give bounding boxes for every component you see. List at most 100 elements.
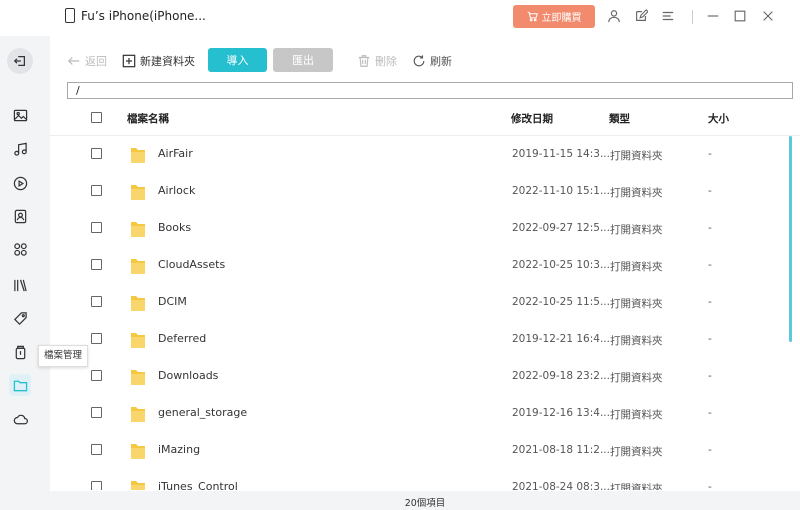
file-name: DCIM <box>158 295 187 308</box>
file-type: 打開資料夾 <box>610 224 663 236</box>
file-size: - <box>708 481 712 490</box>
folder-icon <box>131 185 145 200</box>
row-checkbox[interactable] <box>91 148 102 159</box>
sidebar-item-music[interactable] <box>9 138 31 160</box>
file-size: - <box>708 259 712 271</box>
sidebar-item-files[interactable] <box>9 374 31 396</box>
folder-icon <box>131 333 145 348</box>
table-row[interactable]: CloudAssets 2022-10-25 10:3... 打開資料夾 - <box>50 247 800 284</box>
exit-icon <box>13 56 25 66</box>
refresh-icon <box>413 55 425 67</box>
table-header: 檔案名稱 修改日期 類型 大小 <box>50 106 800 136</box>
file-size: - <box>708 296 712 308</box>
row-checkbox[interactable] <box>91 444 102 455</box>
folder-icon <box>131 444 145 459</box>
video-icon <box>13 176 27 190</box>
file-size: - <box>708 407 712 419</box>
column-name[interactable]: 檔案名稱 <box>127 111 169 126</box>
arrow-left-icon <box>67 57 80 65</box>
apps-icon <box>13 242 27 256</box>
exit-button[interactable] <box>7 48 33 74</box>
delete-label: 刪除 <box>375 55 397 68</box>
row-checkbox[interactable] <box>91 222 102 233</box>
file-date: 2021-08-18 11:2... <box>512 444 610 456</box>
path-field[interactable]: / <box>67 82 793 99</box>
file-list: AirFair 2019-11-15 14:3... 打開資料夾 - Airlock 20… <box>50 136 800 490</box>
back-label: 返回 <box>85 55 107 68</box>
file-name: Books <box>158 221 192 234</box>
file-name: Airlock <box>158 184 196 197</box>
new-folder-label: 新建資料夾 <box>140 55 195 68</box>
row-checkbox[interactable] <box>91 185 102 196</box>
row-checkbox[interactable] <box>91 259 102 270</box>
file-size: - <box>708 148 712 160</box>
row-checkbox[interactable] <box>91 333 102 344</box>
back-button[interactable]: 返回 <box>67 53 107 69</box>
sidebar-item-cloud[interactable] <box>9 408 31 430</box>
minimize-icon[interactable] <box>706 9 720 23</box>
file-size: - <box>708 370 712 382</box>
folder-icon <box>131 407 145 422</box>
user-icon[interactable] <box>607 9 621 23</box>
table-row[interactable]: Airlock 2022-11-10 15:1... 打開資料夾 - <box>50 173 800 210</box>
file-type: 打開資料夾 <box>610 409 663 421</box>
row-checkbox[interactable] <box>91 481 102 490</box>
item-count: 20個項目 <box>404 498 446 509</box>
close-icon[interactable] <box>761 9 775 23</box>
file-size: - <box>708 333 712 345</box>
select-all-checkbox[interactable] <box>91 112 102 123</box>
books-icon <box>13 279 27 291</box>
sidebar-item-books[interactable] <box>9 274 31 296</box>
row-checkbox[interactable] <box>91 296 102 307</box>
file-name: iMazing <box>158 443 201 456</box>
file-name: CloudAssets <box>158 258 226 271</box>
table-row[interactable]: general_storage 2019-12-16 13:4... 打開資料夾 - <box>50 395 800 432</box>
new-folder-button[interactable]: 新建資料夾 <box>122 53 195 69</box>
sidebar-item-backup[interactable] <box>9 341 31 363</box>
table-row[interactable]: iMazing 2021-08-18 11:2... 打開資料夾 - <box>50 432 800 469</box>
sidebar-item-tags[interactable] <box>9 307 31 329</box>
buy-button[interactable]: 立即購買 <box>513 5 595 28</box>
sidebar-item-apps[interactable] <box>9 238 31 260</box>
device-name[interactable]: Fu’s iPhone(iPhone... <box>81 9 206 23</box>
row-checkbox[interactable] <box>91 407 102 418</box>
maximize-icon[interactable] <box>733 9 747 23</box>
edit-icon[interactable] <box>634 9 649 23</box>
cloud-icon <box>13 414 28 424</box>
folder-icon <box>131 296 145 311</box>
sidebar <box>0 36 50 510</box>
file-date: 2019-12-16 13:4... <box>512 407 610 419</box>
delete-button[interactable]: 刪除 <box>357 53 397 69</box>
row-checkbox[interactable] <box>91 370 102 381</box>
title-bar: Fu’s iPhone(iPhone... 立即購買 <box>0 0 800 36</box>
column-type[interactable]: 類型 <box>609 111 630 126</box>
column-size[interactable]: 大小 <box>708 111 729 126</box>
scrollbar[interactable] <box>789 136 792 342</box>
toolbar: 返回 新建資料夾 導入 匯出 刪除 刷新 <box>50 36 800 80</box>
table-row[interactable]: DCIM 2022-10-25 11:5... 打開資料夾 - <box>50 284 800 321</box>
file-type: 打開資料夾 <box>610 150 663 162</box>
refresh-button[interactable]: 刷新 <box>412 53 452 69</box>
table-row[interactable]: AirFair 2019-11-15 14:3... 打開資料夾 - <box>50 136 800 173</box>
table-row[interactable]: Books 2022-09-27 12:5... 打開資料夾 - <box>50 210 800 247</box>
table-row[interactable]: Downloads 2022-09-18 23:2... 打開資料夾 - <box>50 358 800 395</box>
file-size: - <box>708 185 712 197</box>
file-name: Downloads <box>158 369 219 382</box>
import-button[interactable]: 導入 <box>208 48 267 72</box>
folder-icon <box>131 222 145 237</box>
sidebar-item-video[interactable] <box>9 172 31 194</box>
column-date[interactable]: 修改日期 <box>511 111 553 126</box>
file-size: - <box>708 222 712 234</box>
table-row[interactable]: Deferred 2019-12-21 16:4... 打開資料夾 - <box>50 321 800 358</box>
sidebar-item-photos[interactable] <box>9 104 31 126</box>
menu-icon[interactable] <box>661 9 675 23</box>
file-date: 2019-11-15 14:3... <box>512 148 610 160</box>
table-row[interactable]: iTunes_Control 2021-08-24 08:3... 打開資料夾 - <box>50 469 800 490</box>
export-button[interactable]: 匯出 <box>273 48 333 72</box>
sidebar-item-contacts[interactable] <box>9 205 31 227</box>
buy-label: 立即購買 <box>541 13 582 24</box>
music-icon <box>13 142 27 156</box>
add-folder-icon <box>122 54 136 68</box>
file-type: 打開資料夾 <box>610 372 663 384</box>
file-type: 打開資料夾 <box>610 335 663 347</box>
